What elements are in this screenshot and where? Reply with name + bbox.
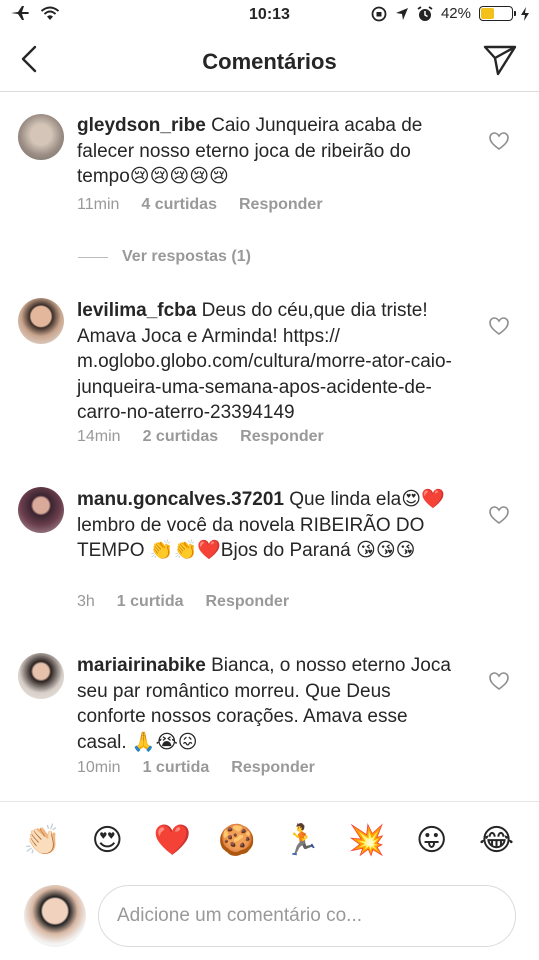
comment-input[interactable]: Adicione um comentário co... <box>98 885 516 947</box>
emoji-tongue-button[interactable]: 😛 <box>412 823 452 858</box>
location-icon <box>395 7 408 20</box>
header-bar: Comentários <box>0 30 539 92</box>
avatar[interactable] <box>18 487 64 533</box>
like-heart-icon[interactable] <box>489 132 509 150</box>
emoji-cookie-button[interactable]: 🍪 <box>217 823 257 858</box>
like-heart-icon[interactable] <box>489 506 509 524</box>
comment-time: 10min <box>77 759 121 776</box>
replies-divider <box>78 256 108 258</box>
comment-likes[interactable]: 1 curtida <box>117 593 184 611</box>
comment-username[interactable]: manu.goncalves.37201 <box>77 489 284 510</box>
avatar[interactable] <box>18 114 64 160</box>
comment-likes[interactable]: 4 curtidas <box>141 196 217 214</box>
emoji-runner-button[interactable]: 🏃 <box>282 823 322 858</box>
comment-body: levilima_fcba Deus do céu,que dia triste… <box>77 298 453 426</box>
comment-meta: 10min 1 curtida Responder <box>77 759 315 777</box>
comment-username[interactable]: mariairinabike <box>77 655 206 676</box>
comment-meta: 3h 1 curtida Responder <box>77 593 289 611</box>
comment-body: mariairinabike Bianca, o nosso eterno Jo… <box>77 653 453 755</box>
reply-button[interactable]: Responder <box>239 196 323 214</box>
battery-percent: 42% <box>440 5 471 22</box>
status-bar: 10:13 42% <box>0 0 539 30</box>
alarm-icon <box>417 5 433 21</box>
comment-likes[interactable]: 1 curtida <box>143 759 210 777</box>
comment-username[interactable]: gleydson_ribe <box>77 115 206 136</box>
comment-meta: 11min 4 curtidas Responder <box>77 196 323 214</box>
comment-username[interactable]: levilima_fcba <box>77 300 196 321</box>
reply-button[interactable]: Responder <box>231 759 315 777</box>
rotation-lock-icon <box>371 6 387 21</box>
reply-button[interactable]: Responder <box>240 428 324 446</box>
user-avatar <box>24 885 86 947</box>
comment-time: 14min <box>77 428 121 445</box>
battery-icon <box>479 6 516 21</box>
comment-composer: Adicione um comentário co... <box>0 879 539 960</box>
emoji-heart-button[interactable]: ❤️ <box>152 823 192 858</box>
avatar[interactable] <box>18 298 64 344</box>
comment-time: 3h <box>77 593 95 610</box>
view-replies-label: Ver respostas (1) <box>122 248 251 265</box>
comment-likes[interactable]: 2 curtidas <box>143 428 219 446</box>
page-title: Comentários <box>202 49 337 74</box>
status-right: 42% <box>371 5 529 22</box>
emoji-quick-bar: 👏🏻 😍 ❤️ 🍪 🏃 💥 😛 😂 <box>0 801 539 879</box>
like-heart-icon[interactable] <box>489 672 509 690</box>
emoji-joy-button[interactable]: 😂 <box>477 823 517 858</box>
view-replies-button[interactable]: Ver respostas (1) <box>78 248 251 266</box>
direct-send-icon[interactable] <box>483 44 517 76</box>
comment-meta: 14min 2 curtidas Responder <box>77 428 324 446</box>
emoji-heart-eyes-button[interactable]: 😍 <box>87 823 127 858</box>
comment-time: 11min <box>77 196 120 213</box>
reply-button[interactable]: Responder <box>205 593 289 611</box>
charging-bolt-icon <box>521 6 529 21</box>
emoji-clap-button[interactable]: 👏🏻 <box>22 823 62 858</box>
avatar[interactable] <box>18 653 64 699</box>
emoji-collision-button[interactable]: 💥 <box>347 823 387 858</box>
like-heart-icon[interactable] <box>489 317 509 335</box>
comment-body: gleydson_ribe Caio Junqueira acaba de fa… <box>77 113 453 190</box>
comment-body: manu.goncalves.37201 Que linda ela😍❤️ le… <box>77 487 453 564</box>
